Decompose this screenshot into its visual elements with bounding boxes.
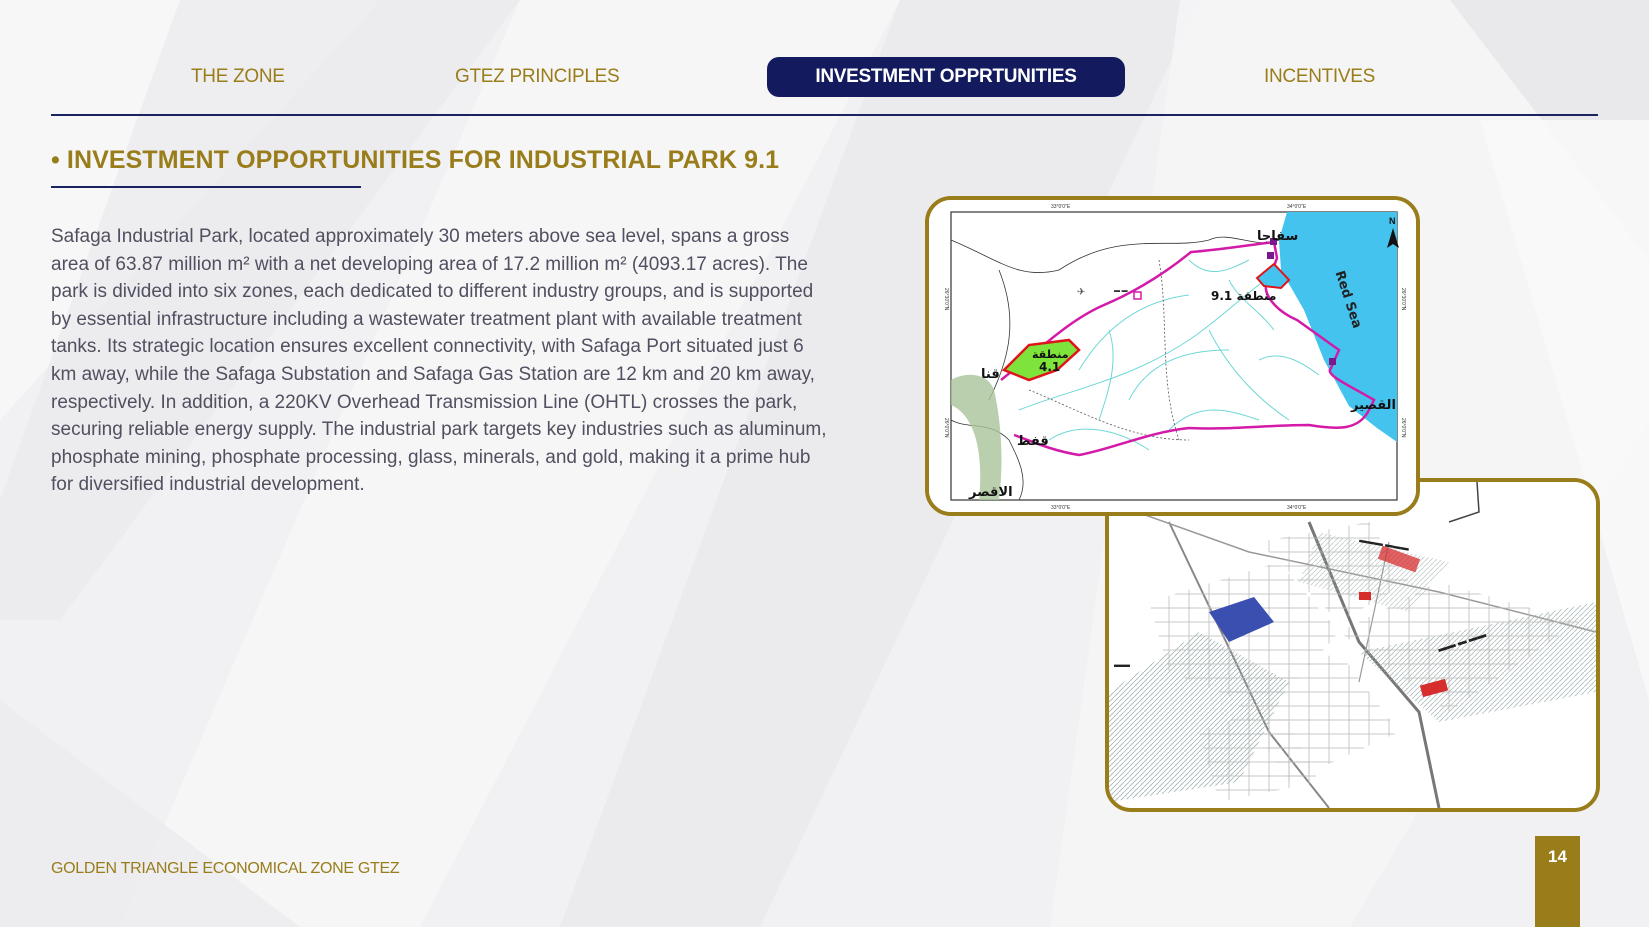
map-coord-lon-33-bottom: 33°0'0"E xyxy=(1051,505,1071,511)
footer-brand-text: GOLDEN TRIANGLE ECONOMICAL ZONE GTEZ xyxy=(51,860,400,877)
nav-tab-gtez-principles[interactable]: GTEZ PRINCIPLES xyxy=(455,57,620,97)
svg-text:N: N xyxy=(1389,216,1396,226)
map-coord-lon-34-top: 34°0'0"E xyxy=(1287,204,1307,210)
site-plan-image: ▬▬ ▬ ▬▬ ▬▬▬ ▬▬▬ ▬▬ xyxy=(1105,478,1600,812)
map-label-zone-91: 9.1 منطقة xyxy=(1211,289,1276,303)
page-number: 14 xyxy=(1548,847,1567,866)
nav-tab-incentives[interactable]: INCENTIVES xyxy=(1264,57,1375,97)
nav-divider xyxy=(51,114,1598,116)
svg-text:✈: ✈ xyxy=(1077,287,1085,298)
nav-tab-the-zone[interactable]: THE ZONE xyxy=(191,57,285,97)
top-navigation: THE ZONE GTEZ PRINCIPLES INVESTMENT OPPR… xyxy=(0,0,1649,118)
map-coord-lon-34-bottom: 34°0'0"E xyxy=(1287,505,1307,511)
map-coord-lat-265-right: 26°30'0"N xyxy=(1400,288,1406,311)
map-label-luxor: الاقصر xyxy=(968,485,1013,500)
section-title-underline xyxy=(51,186,361,188)
map-label-safaga: سفاجا xyxy=(1257,229,1298,244)
map-tiny-label: ▬ ▬ xyxy=(1114,288,1128,294)
map-coord-lat-26-left: 26°0'0"N xyxy=(943,418,949,438)
nav-tab-investment-opportunities[interactable]: INVESTMENT OPPRTUNITIES xyxy=(767,57,1125,97)
map-label-qift: قفط xyxy=(1017,434,1049,449)
page-number-badge: 14 xyxy=(1535,836,1580,927)
map-coord-lon-33-top: 33°0'0"E xyxy=(1051,204,1071,210)
map-label-quseir: القصير xyxy=(1350,398,1396,413)
svg-text:▬▬: ▬▬ xyxy=(1114,660,1130,669)
map-coord-lat-26-right: 26°0'0"N xyxy=(1400,418,1406,438)
location-map-image: ✈ ▬ ▬ سفاجا Red Sea 9.1 منطقة منطقة 4.1 … xyxy=(925,196,1420,516)
map-label-zone-41-number: 4.1 xyxy=(1039,360,1060,374)
section-body-text: Safaga Industrial Park, located approxim… xyxy=(51,226,827,496)
map-label-qena: قنا xyxy=(981,367,1000,382)
map-coord-lat-265-left: 26°30'0"N xyxy=(943,288,949,311)
section-title: • INVESTMENT OPPORTUNITIES FOR INDUSTRIA… xyxy=(51,146,780,174)
